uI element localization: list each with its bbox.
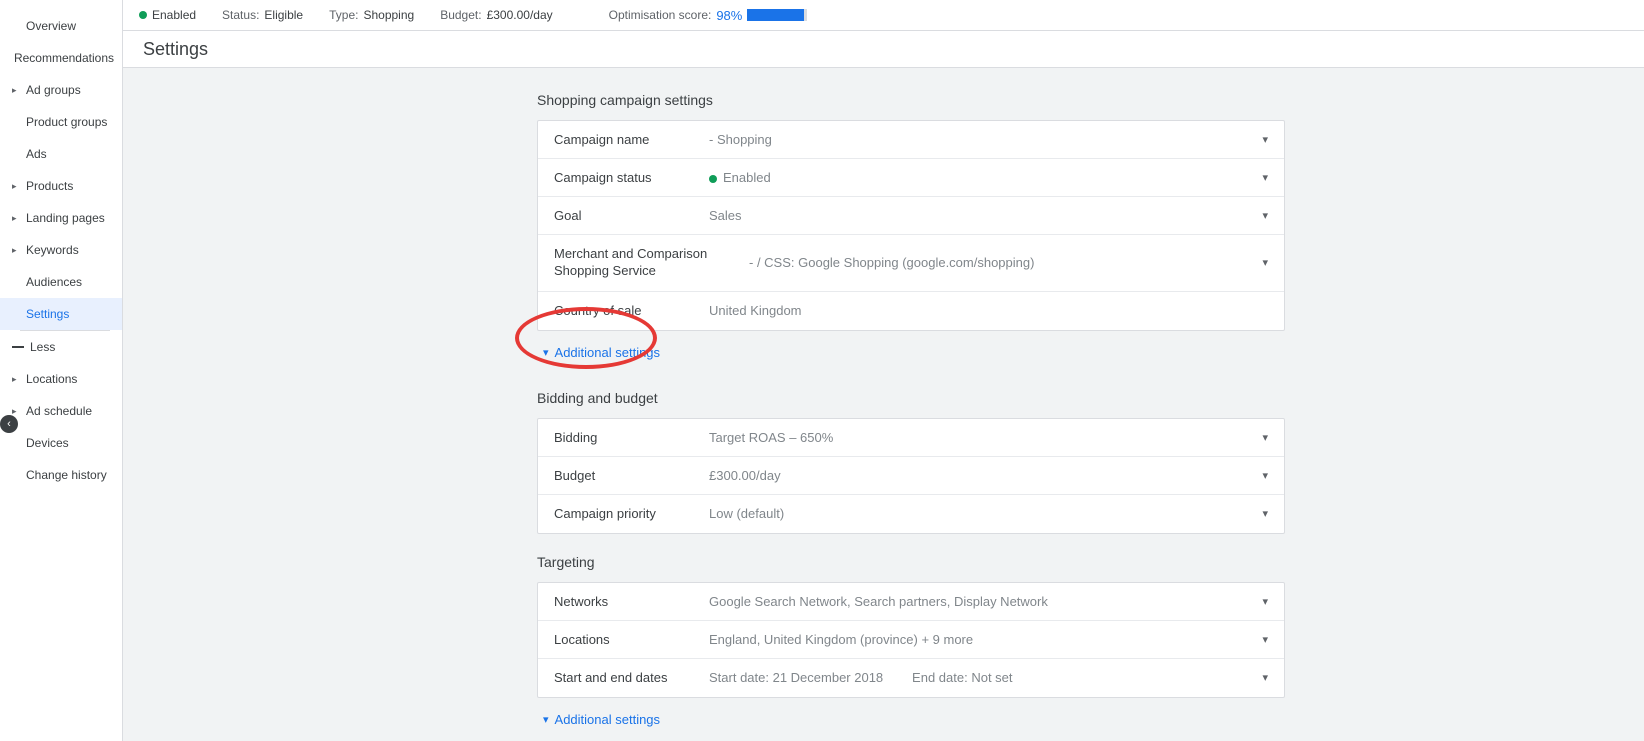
sidebar-item-label: Product groups — [26, 115, 107, 129]
status-enabled[interactable]: Enabled — [139, 8, 196, 22]
chevron-left-icon: ‹ — [7, 418, 11, 430]
row-locations[interactable]: Locations England, United Kingdom (provi… — [538, 621, 1284, 659]
row-campaign-priority[interactable]: Campaign priority Low (default) ▾ — [538, 495, 1284, 533]
row-goal[interactable]: Goal Sales ▾ — [538, 197, 1284, 235]
status-optimisation-score[interactable]: Optimisation score: 98% — [609, 8, 808, 23]
section-title-targeting: Targeting — [537, 554, 1285, 570]
row-country-of-sale[interactable]: Country of sale United Kingdom ▾ — [538, 292, 1284, 330]
caret-right-icon: ▸ — [12, 181, 22, 192]
status-budget: Budget: £300.00/day — [440, 8, 552, 22]
sidebar-item-devices[interactable]: Devices — [0, 427, 122, 459]
section-title-bidding: Bidding and budget — [537, 390, 1285, 406]
sidebar-item-label: Audiences — [26, 275, 82, 289]
sidebar-item-recommendations[interactable]: Recommendations — [0, 42, 122, 74]
sidebar-item-label: Recommendations — [14, 51, 114, 65]
minus-icon — [12, 346, 24, 348]
sidebar-item-ads[interactable]: Ads — [0, 138, 122, 170]
chevron-down-icon: ▾ — [1262, 671, 1268, 684]
row-start-end-dates[interactable]: Start and end dates Start date: 21 Decem… — [538, 659, 1284, 697]
chevron-down-icon: ▾ — [1262, 171, 1268, 184]
row-networks[interactable]: Networks Google Search Network, Search p… — [538, 583, 1284, 621]
sidebar-less-toggle[interactable]: Less — [0, 331, 122, 363]
page-title-bar: Settings — [123, 31, 1644, 68]
sidebar-collapse-toggle[interactable]: ‹ — [0, 415, 18, 433]
card-bidding-budget: Bidding Target ROAS – 650% ▾ Budget £300… — [537, 418, 1285, 534]
chevron-down-icon: ▾ — [543, 713, 549, 726]
row-campaign-status[interactable]: Campaign status Enabled ▾ — [538, 159, 1284, 197]
caret-right-icon: ▸ — [12, 374, 22, 385]
row-campaign-name[interactable]: Campaign name - Shopping ▾ — [538, 121, 1284, 159]
caret-right-icon: ▸ — [12, 406, 22, 417]
green-dot-icon — [139, 11, 147, 19]
chevron-down-icon: ▾ — [1262, 133, 1268, 146]
chevron-down-icon: ▾ — [543, 346, 549, 359]
row-merchant-css[interactable]: Merchant and Comparison Shopping Service… — [538, 235, 1284, 292]
section-title-shopping: Shopping campaign settings — [537, 92, 1285, 108]
green-dot-icon — [709, 175, 717, 183]
chevron-down-icon: ▾ — [1262, 431, 1268, 444]
sidebar-item-label: Products — [26, 179, 73, 193]
chevron-down-icon: ▾ — [1262, 507, 1268, 520]
sidebar-item-label: Landing pages — [26, 211, 105, 225]
chevron-down-icon: ▾ — [1262, 256, 1268, 269]
card-shopping-settings: Campaign name - Shopping ▾ Campaign stat… — [537, 120, 1285, 331]
status-enabled-label: Enabled — [152, 8, 196, 22]
optimisation-score-bar — [747, 9, 807, 21]
sidebar-item-label: Overview — [26, 19, 76, 33]
row-bidding[interactable]: Bidding Target ROAS – 650% ▾ — [538, 419, 1284, 457]
page-title: Settings — [143, 39, 208, 60]
sidebar-item-audiences[interactable]: Audiences — [0, 266, 122, 298]
sidebar-item-products[interactable]: ▸ Products — [0, 170, 122, 202]
sidebar-item-label: Devices — [26, 436, 69, 450]
sidebar-item-label: Ad groups — [26, 83, 81, 97]
sidebar: Overview Recommendations ▸ Ad groups Prod… — [0, 0, 123, 741]
sidebar-item-keywords[interactable]: ▸ Keywords — [0, 234, 122, 266]
sidebar-item-label: Change history — [26, 468, 107, 482]
sidebar-item-product-groups[interactable]: Product groups — [0, 106, 122, 138]
additional-settings-shopping[interactable]: ▾ Additional settings — [537, 335, 1285, 370]
campaign-status-bar: Enabled Status: Eligible Type: Shopping … — [123, 0, 1644, 31]
caret-right-icon: ▸ — [12, 85, 22, 96]
sidebar-item-ad-schedule[interactable]: ▸ Ad schedule — [0, 395, 122, 427]
caret-right-icon: ▸ — [12, 213, 22, 224]
sidebar-item-label: Ads — [26, 147, 47, 161]
chevron-down-icon: ▾ — [1262, 595, 1268, 608]
status-eligibility: Status: Eligible — [222, 8, 303, 22]
sidebar-item-label: Ad schedule — [26, 404, 92, 418]
sidebar-item-overview[interactable]: Overview — [0, 10, 122, 42]
sidebar-item-ad-groups[interactable]: ▸ Ad groups — [0, 74, 122, 106]
chevron-down-icon: ▾ — [1262, 209, 1268, 222]
chevron-down-icon: ▾ — [1262, 469, 1268, 482]
sidebar-item-label: Settings — [26, 307, 69, 321]
chevron-down-icon: ▾ — [1262, 633, 1268, 646]
sidebar-item-change-history[interactable]: Change history — [0, 459, 122, 491]
card-targeting: Networks Google Search Network, Search p… — [537, 582, 1285, 698]
status-type: Type: Shopping — [329, 8, 414, 22]
sidebar-item-label: Locations — [26, 372, 77, 386]
additional-settings-targeting[interactable]: ▾ Additional settings — [537, 702, 1285, 737]
caret-right-icon: ▸ — [12, 245, 22, 256]
row-budget[interactable]: Budget £300.00/day ▾ — [538, 457, 1284, 495]
sidebar-item-settings[interactable]: Settings — [0, 298, 122, 330]
sidebar-item-landing-pages[interactable]: ▸ Landing pages — [0, 202, 122, 234]
sidebar-item-label: Keywords — [26, 243, 79, 257]
sidebar-item-label: Less — [30, 340, 55, 354]
sidebar-item-locations[interactable]: ▸ Locations — [0, 363, 122, 395]
